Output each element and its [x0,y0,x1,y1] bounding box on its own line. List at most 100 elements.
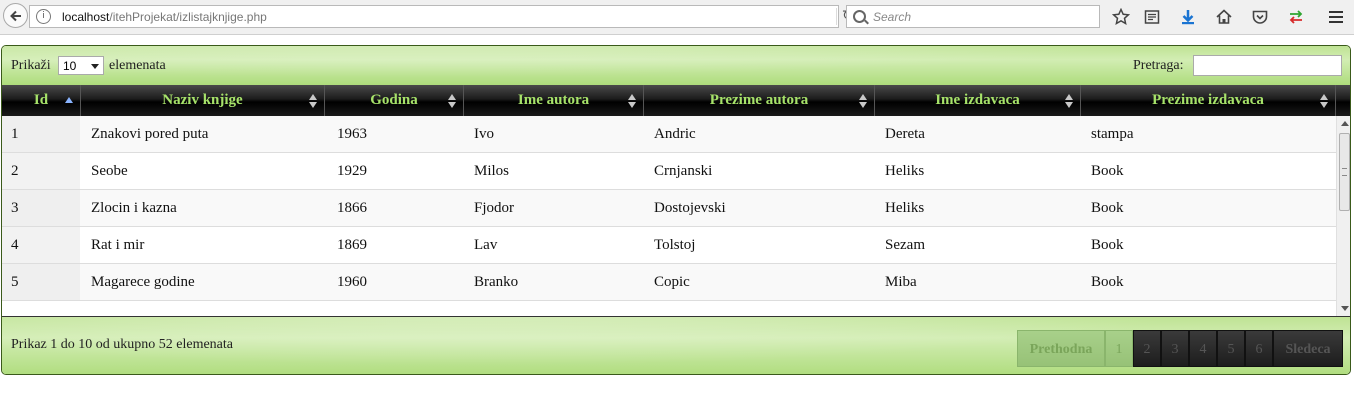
entries-per-page-select[interactable]: 10 [58,56,104,75]
site-info-icon[interactable]: i [36,9,51,24]
table-search-input[interactable] [1193,55,1342,76]
menu-icon[interactable] [1325,6,1347,28]
page-button-5[interactable]: 5 [1217,330,1245,367]
table-row[interactable]: 1 Znakovi pored puta 1963 Ivo Andric Dereta st… [2,116,1336,153]
scroll-down-arrow-icon[interactable] [1341,306,1349,311]
sort-both-icon [628,94,637,108]
cell-ime-autora: Branko [474,274,519,290]
cell-prezime-izdavaca: stampa [1091,126,1134,142]
back-arrow-icon [9,10,21,21]
cell-prezime-autora: Tolstoj [654,237,696,253]
cell-godina: 1960 [337,274,367,290]
url-host: localhost [62,10,110,24]
cell-ime-izdavaca: Miba [885,274,917,290]
bookmark-star-icon[interactable] [1110,6,1132,28]
table-scrollbar[interactable] [1336,116,1350,316]
page-button-1[interactable]: 1 [1105,330,1133,367]
books-datatable: Prikaži 10 elemenata Pretraga: Id Naziv k… [1,45,1351,375]
datatable-top-bar: Prikaži 10 elemenata Pretraga: [2,46,1350,85]
cell-naziv-knjige: Zlocin i kazna [91,200,177,216]
cell-ime-autora: Ivo [474,126,494,142]
column-header-prezime-autora[interactable]: Prezime autora [644,85,875,116]
cell-id: 2 [2,153,80,189]
cell-godina: 1963 [337,126,367,142]
cell-id: 5 [2,264,80,300]
address-bar[interactable]: i localhost/itehProjekat/izlistajknjige.… [29,5,854,28]
sort-both-icon [859,94,868,108]
table-body: 1 Znakovi pored puta 1963 Ivo Andric Dereta st… [2,116,1336,316]
page-button-6[interactable]: 6 [1245,330,1273,367]
url-text: localhost/itehProjekat/izlistajknjige.ph… [62,10,267,24]
entries-per-page-value: 10 [63,59,77,73]
cell-godina: 1869 [337,237,367,253]
cell-prezime-autora: Copic [654,274,690,290]
column-header-godina[interactable]: Godina [325,85,464,116]
download-icon[interactable] [1177,6,1199,28]
cell-prezime-autora: Crnjanski [654,163,713,179]
cell-naziv-knjige: Magarece godine [91,274,195,290]
search-placeholder: Search [873,10,912,24]
cell-ime-izdavaca: Dereta [885,126,925,142]
column-header-label: Id [33,92,49,108]
column-header-label: Naziv knjige [162,92,243,108]
search-label: Pretraga: [1133,58,1184,73]
datatable-footer: Prikaz 1 do 10 od ukupno 52 elemenata Pr… [2,316,1350,374]
browser-toolbar: i localhost/itehProjekat/izlistajknjige.… [0,0,1354,35]
cell-prezime-izdavaca: Book [1091,200,1124,216]
column-header-ime-autora[interactable]: Ime autora [464,85,644,116]
sort-both-icon [448,94,457,108]
column-header-naziv-knjige[interactable]: Naziv knjige [81,85,325,116]
sort-ascending-icon [65,94,74,108]
previous-page-button[interactable]: Prethodna [1017,330,1105,367]
column-header-label: Prezime autora [709,92,809,108]
scroll-thumb[interactable] [1339,133,1350,211]
page-button-2[interactable]: 2 [1133,330,1161,367]
cell-prezime-izdavaca: Book [1091,274,1124,290]
column-header-label: Ime autora [517,92,590,108]
sync-arrows-icon[interactable] [1285,6,1307,28]
cell-godina: 1866 [337,200,367,216]
url-path: /itehProjekat/izlistajknjige.php [109,10,267,24]
back-button[interactable] [3,3,28,28]
cell-id: 3 [2,190,80,226]
column-header-id[interactable]: Id [2,85,81,116]
column-header-prezime-izdavaca[interactable]: Prezime izdavaca [1081,85,1336,116]
column-header-label: Prezime izdavaca [1152,92,1264,108]
cell-naziv-knjige: Rat i mir [91,237,145,253]
cell-naziv-knjige: Znakovi pored puta [91,126,209,142]
browser-search-bar[interactable]: Search [846,5,1100,28]
table-header-row: Id Naziv knjige Godina Ime autora Prezime au… [2,85,1350,116]
url-divider [836,8,837,25]
page-button-3[interactable]: 3 [1161,330,1189,367]
cell-godina: 1929 [337,163,367,179]
table-row[interactable]: 2 Seobe 1929 Milos Crnjanski Heliks Book [2,153,1336,190]
cell-id: 4 [2,227,80,263]
reading-list-icon[interactable] [1141,6,1163,28]
cell-ime-izdavaca: Heliks [885,163,925,179]
sort-both-icon [1320,94,1329,108]
sort-both-icon [1065,94,1074,108]
next-page-button[interactable]: Sledeca [1273,330,1343,367]
page-button-4[interactable]: 4 [1189,330,1217,367]
cell-prezime-izdavaca: Book [1091,163,1124,179]
column-header-label: Godina [370,92,418,108]
table-row[interactable]: 4 Rat i mir 1869 Lav Tolstoj Sezam Book [2,227,1336,264]
table-info: Prikaz 1 do 10 od ukupno 52 elemenata [11,337,234,352]
length-label: Prikaži [11,58,51,73]
cell-id: 1 [2,116,80,152]
pocket-icon[interactable] [1249,6,1271,28]
search-icon [853,10,866,23]
column-header-label: Ime izdavaca [935,92,1020,108]
scroll-up-arrow-icon[interactable] [1341,121,1349,126]
cell-ime-autora: Lav [474,237,498,253]
column-header-ime-izdavaca[interactable]: Ime izdavaca [875,85,1081,116]
table-row[interactable]: 5 Magarece godine 1960 Branko Copic Miba Book [2,264,1336,301]
chevron-down-icon [91,64,99,69]
table-row[interactable]: 3 Zlocin i kazna 1866 Fjodor Dostojevski Heli… [2,190,1336,227]
length-suffix: elemenata [109,58,166,73]
cell-prezime-autora: Andric [654,126,696,142]
home-icon[interactable] [1213,6,1235,28]
sort-both-icon [309,94,318,108]
cell-naziv-knjige: Seobe [91,163,128,179]
cell-ime-izdavaca: Heliks [885,200,925,216]
